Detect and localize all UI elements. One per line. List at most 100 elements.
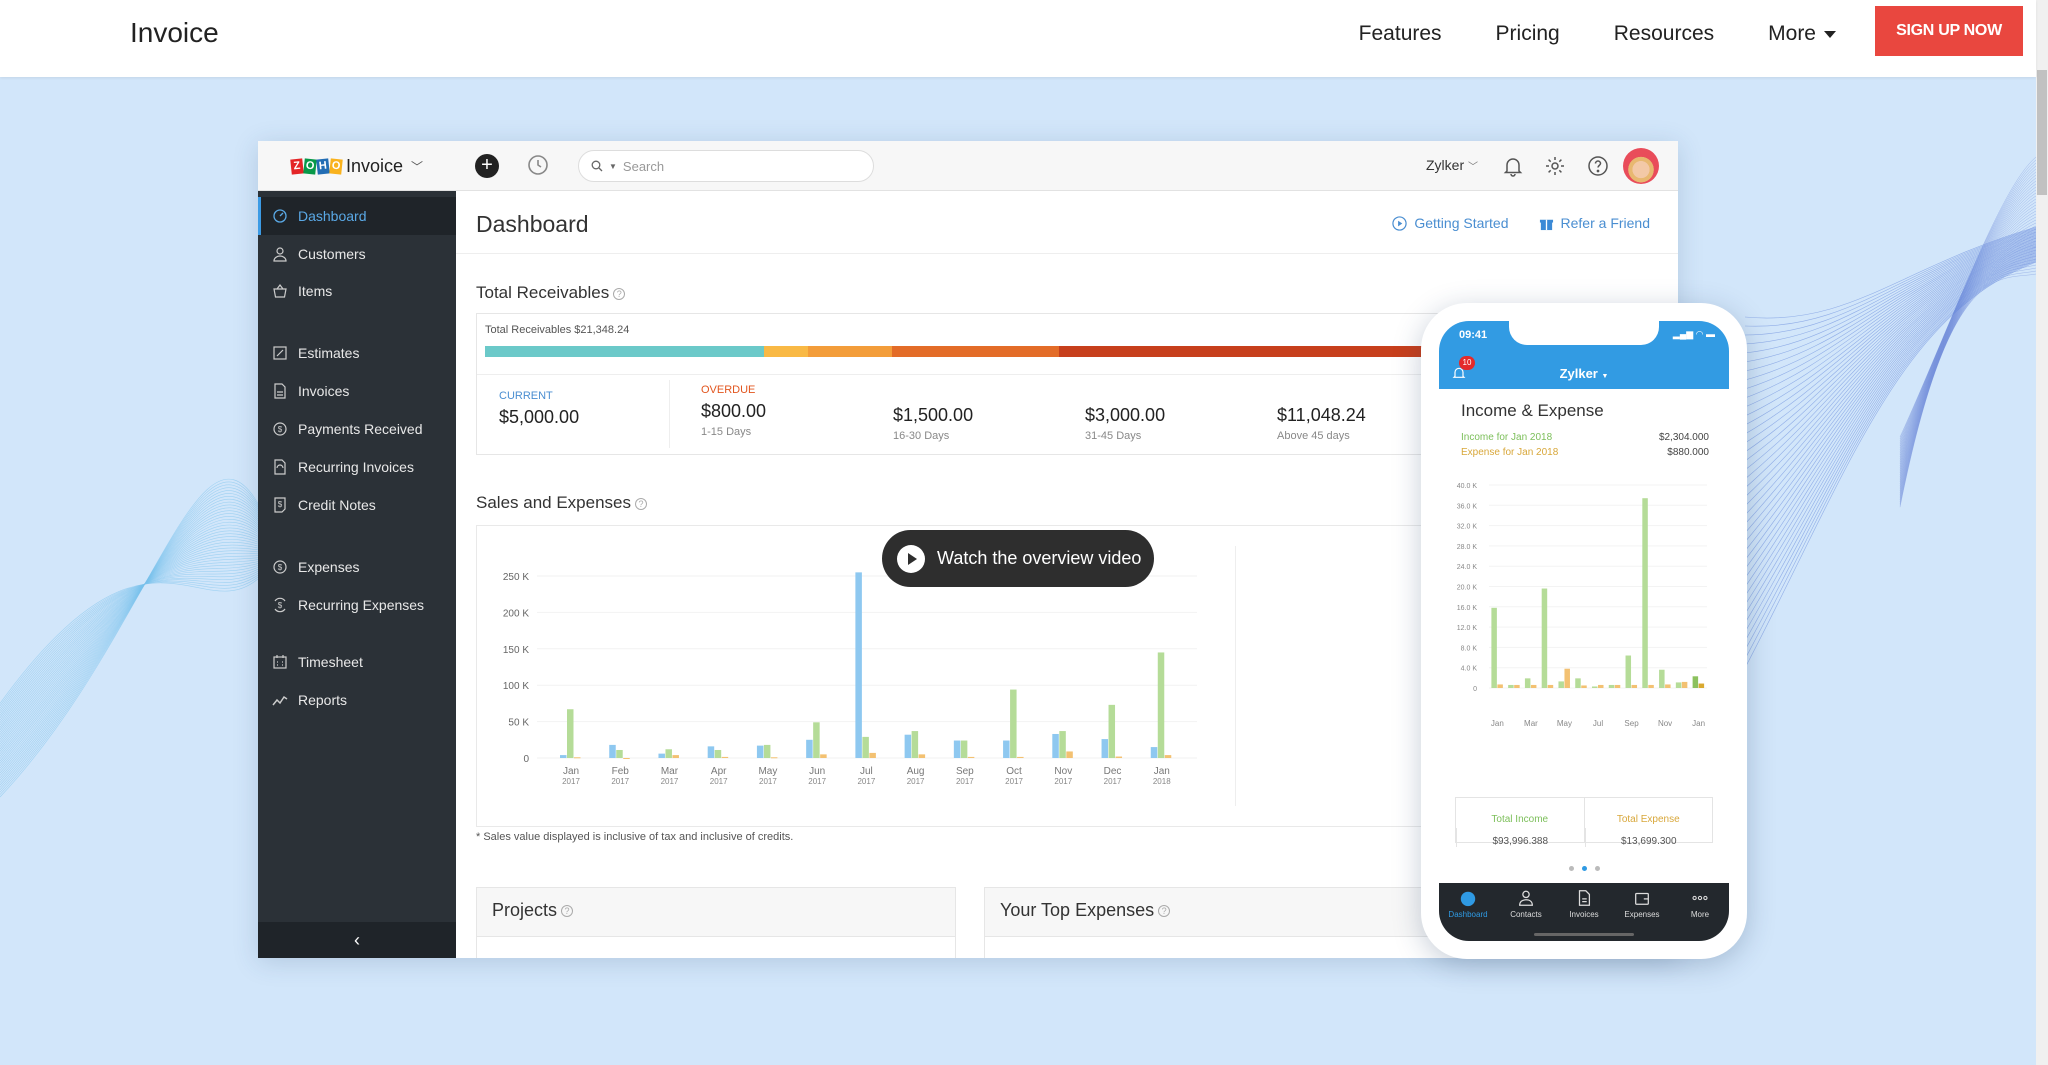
nav-features[interactable]: Features (1359, 22, 1442, 46)
bar-receipts[interactable] (813, 722, 820, 758)
bar-expenses[interactable] (1017, 756, 1024, 758)
receivables-bucket[interactable]: $3,000.00 31-45 Days (1085, 400, 1165, 442)
receivables-segment-16-30[interactable] (808, 346, 892, 357)
help-icon[interactable]: ? (1158, 905, 1171, 918)
user-avatar[interactable] (1623, 148, 1659, 184)
sidebar-item-credit-notes[interactable]: $ Credit Notes (258, 486, 456, 524)
bar-sales[interactable] (560, 755, 567, 758)
bar-expenses[interactable] (1066, 751, 1073, 758)
help-icon[interactable]: ? (561, 905, 574, 918)
nav-more[interactable]: More (1768, 22, 1836, 46)
bar-expenses[interactable] (1164, 755, 1172, 758)
search-input[interactable]: ▼ Search (578, 150, 874, 182)
bar-income[interactable] (1692, 676, 1699, 688)
bar-expense[interactable] (1514, 684, 1520, 688)
sidebar-item-recurring-invoices[interactable]: Recurring Invoices (258, 448, 456, 486)
nav-resources[interactable]: Resources (1614, 22, 1714, 46)
bar-expense[interactable] (1648, 684, 1654, 688)
bar-expenses[interactable] (869, 752, 876, 758)
getting-started-link[interactable]: Getting Started (1392, 215, 1509, 231)
bar-expense[interactable] (1614, 684, 1621, 688)
bar-expenses[interactable] (1115, 756, 1123, 758)
bar-sales[interactable] (855, 572, 862, 758)
help-icon[interactable] (1586, 154, 1610, 178)
sidebar-item-expenses[interactable]: $ Expenses (258, 548, 456, 586)
bar-sales[interactable] (953, 740, 961, 758)
receivables-current[interactable]: CURRENT $5,000.00 (499, 390, 579, 428)
scrollbar-thumb[interactable] (2037, 70, 2047, 195)
tab-dashboard[interactable]: Dashboard (1439, 883, 1497, 941)
bar-sales[interactable] (658, 753, 665, 758)
sidebar-item-invoices[interactable]: Invoices (258, 372, 456, 410)
receivables-bucket[interactable]: $11,048.24 Above 45 days (1277, 400, 1366, 442)
bar-receipts[interactable] (616, 749, 623, 758)
quick-create-button[interactable]: + (475, 154, 499, 178)
bar-expenses[interactable] (820, 754, 827, 758)
bar-sales[interactable] (806, 739, 813, 758)
bar-sales[interactable] (1003, 740, 1010, 758)
bar-sales[interactable] (1150, 747, 1158, 758)
history-icon[interactable] (526, 153, 550, 177)
bar-expense[interactable] (1665, 684, 1671, 688)
search-filter-caret-icon[interactable]: ▼ (609, 162, 617, 171)
bar-receipts[interactable] (567, 709, 574, 758)
app-logo[interactable]: ZOHO Invoice ﹀ (258, 141, 456, 191)
receivables-bucket[interactable]: $1,500.00 16-30 Days (893, 400, 973, 442)
sidebar-item-payments-received[interactable]: $ Payments Received (258, 410, 456, 448)
sign-up-button[interactable]: SIGN UP NOW (1875, 6, 2023, 56)
bar-expenses[interactable] (967, 756, 975, 758)
bar-expenses[interactable] (721, 756, 729, 758)
org-switcher[interactable]: Zylker ﹀ (1426, 157, 1478, 173)
bar-expense[interactable] (1497, 684, 1503, 688)
bar-expense[interactable] (1598, 684, 1604, 688)
bar-income[interactable] (1575, 678, 1581, 688)
bar-sales[interactable] (1052, 733, 1059, 758)
nav-pricing[interactable]: Pricing (1496, 22, 1560, 46)
bar-income[interactable] (1608, 684, 1615, 688)
sidebar-item-estimates[interactable]: Estimates (258, 334, 456, 372)
bar-receipts[interactable] (763, 744, 771, 758)
page-dot[interactable] (1568, 866, 1574, 871)
bar-income[interactable] (1558, 681, 1564, 688)
bar-expenses[interactable] (672, 755, 679, 758)
bar-expense[interactable] (1631, 684, 1638, 688)
site-brand[interactable]: Invoice (130, 17, 219, 49)
bar-income[interactable] (1592, 686, 1598, 688)
bar-sales[interactable] (756, 745, 764, 758)
bar-receipts[interactable] (1059, 731, 1066, 758)
bar-receipts[interactable] (862, 736, 869, 758)
page-indicator[interactable] (1439, 866, 1729, 871)
receivables-segment-31-45[interactable] (891, 346, 1060, 357)
bar-expenses[interactable] (770, 757, 778, 759)
bar-expenses[interactable] (623, 758, 630, 759)
watch-video-button[interactable]: Watch the overview video (882, 530, 1154, 587)
bar-expense[interactable] (1681, 681, 1688, 688)
bar-receipts[interactable] (1010, 689, 1017, 758)
bar-income[interactable] (1625, 655, 1632, 688)
page-dot-active[interactable] (1581, 866, 1587, 871)
bar-income[interactable] (1491, 607, 1497, 688)
bar-receipts[interactable] (960, 740, 968, 758)
page-dot[interactable] (1594, 866, 1600, 871)
sidebar-item-customers[interactable]: Customers (258, 235, 456, 273)
phone-org-switcher[interactable]: Zylker ▼ (1439, 366, 1729, 381)
bar-sales[interactable] (904, 734, 912, 758)
bar-income[interactable] (1659, 669, 1665, 688)
bar-expense[interactable] (1530, 684, 1537, 688)
bar-expense[interactable] (1581, 685, 1587, 688)
refer-friend-link[interactable]: Refer a Friend (1539, 215, 1650, 231)
bar-receipts[interactable] (1108, 704, 1116, 758)
bar-income[interactable] (1524, 678, 1531, 688)
bar-income[interactable] (1508, 684, 1514, 688)
bar-expenses[interactable] (918, 754, 926, 758)
help-icon[interactable]: ? (613, 287, 626, 300)
bar-income[interactable] (1541, 588, 1548, 688)
bar-receipts[interactable] (714, 749, 722, 758)
bar-expense[interactable] (1547, 684, 1554, 688)
receivables-segment-1-15[interactable] (763, 346, 809, 357)
help-icon[interactable]: ? (635, 497, 647, 510)
bar-sales[interactable] (707, 746, 715, 758)
sidebar-item-recurring-expenses[interactable]: $ Recurring Expenses (258, 586, 456, 624)
bar-expense[interactable] (1564, 668, 1570, 688)
bell-icon[interactable] (1501, 154, 1525, 178)
